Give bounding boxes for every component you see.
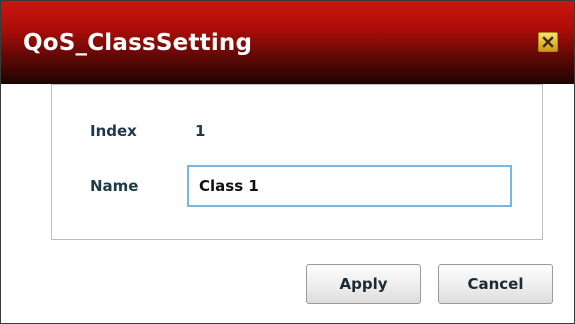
close-icon: [542, 36, 554, 48]
apply-button[interactable]: Apply: [306, 264, 421, 304]
index-label: Index: [90, 122, 137, 140]
name-label: Name: [90, 177, 139, 195]
close-button[interactable]: [538, 32, 558, 52]
dialog-title: QoS_ClassSetting: [23, 30, 253, 56]
form-panel: [51, 84, 543, 240]
qos-class-setting-dialog: QoS_ClassSetting Index 1 Name Apply Canc…: [0, 0, 575, 324]
dialog-titlebar: QoS_ClassSetting: [1, 1, 574, 84]
index-value: 1: [195, 122, 206, 140]
name-input[interactable]: [187, 165, 512, 207]
cancel-button[interactable]: Cancel: [438, 264, 553, 304]
